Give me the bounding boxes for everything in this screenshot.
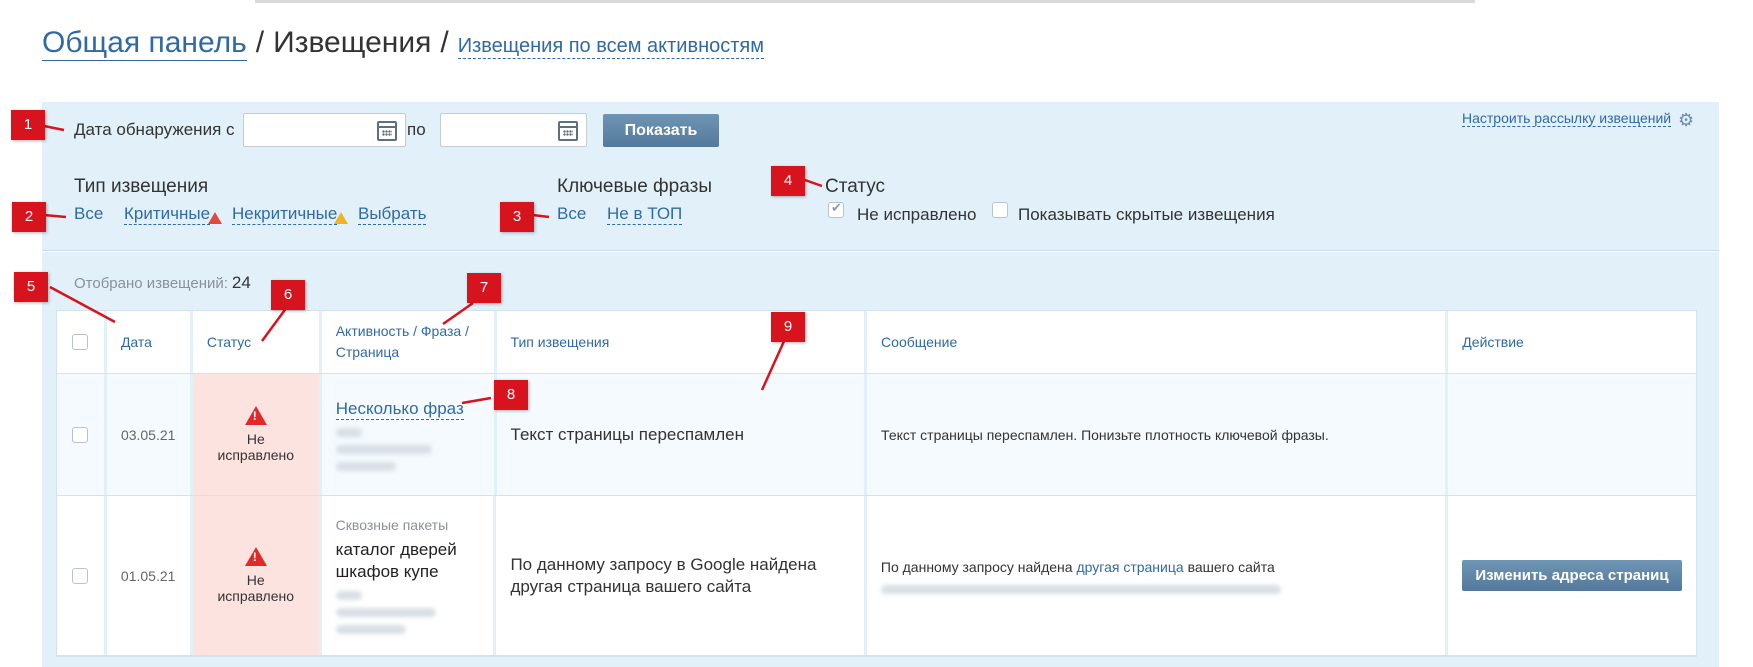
notice-type-critical-link[interactable]: Критичные — [124, 204, 211, 225]
header-type[interactable]: Тип извещения — [497, 311, 868, 373]
annotation-marker: 6 — [271, 280, 305, 310]
keyphrases-not-top-link[interactable]: Не в ТОП — [607, 204, 683, 225]
annotation-marker: 4 — [771, 166, 805, 196]
not-fixed-label: Не исправлено — [857, 205, 977, 224]
action-cell: Изменить адреса страниц — [1448, 496, 1696, 655]
blurred-text — [335, 608, 436, 617]
type-cell: По данному запросу в Google найдена друг… — [496, 496, 867, 655]
header-select-cell — [57, 311, 107, 373]
group-name: Сквозные пакеты — [335, 517, 449, 533]
notification-settings-link[interactable]: Настроить рассылку извещений — [1462, 110, 1672, 127]
selected-count: Отобрано извещений: 24 — [74, 273, 251, 293]
header-activity[interactable]: Активность / Фраза / Страница — [322, 311, 497, 373]
keyphrases-all-link[interactable]: Все — [557, 204, 586, 224]
all-activities-notices-link[interactable]: Извещения по всем активностям — [457, 34, 765, 59]
annotation-marker: 7 — [467, 273, 501, 303]
breadcrumb-dashboard-link[interactable]: Общая панель — [42, 26, 247, 61]
blurred-text — [335, 428, 362, 437]
row-message: Текст страницы переспамлен. Понизьте пло… — [881, 426, 1329, 443]
notice-type-noncritical-link[interactable]: Некритичные — [232, 204, 338, 225]
breadcrumb-separator: / — [255, 26, 265, 59]
header-status[interactable]: Статус — [193, 311, 322, 373]
row-select-cell — [57, 496, 107, 655]
show-button[interactable]: Показать — [603, 114, 719, 147]
status-cell: Не исправлено — [192, 374, 322, 495]
blurred-text — [335, 445, 432, 454]
annotation-marker: 9 — [771, 312, 805, 342]
row-type: Текст страницы переспамлен — [510, 424, 744, 444]
header-message[interactable]: Сообщение — [867, 311, 1449, 373]
page-title: Извещения — [273, 26, 432, 59]
notice-type-all-link[interactable]: Все — [74, 204, 103, 224]
selected-count-value: 24 — [231, 273, 251, 292]
breadcrumb-separator: / — [440, 26, 449, 59]
warning-icon — [244, 547, 267, 566]
date-cell: 01.05.21 — [107, 496, 193, 655]
not-fixed-checkbox[interactable] — [828, 200, 844, 218]
date-from-label: Дата обнаружения с — [74, 120, 235, 139]
date-to-field[interactable] — [440, 113, 587, 147]
message-suffix: вашего сайта — [1187, 559, 1275, 575]
table-header-row: Дата Статус Активность / Фраза / Страниц… — [57, 311, 1696, 374]
annotation-marker: 5 — [14, 272, 48, 302]
change-page-addresses-button[interactable]: Изменить адреса страниц — [1462, 560, 1682, 591]
blurred-url — [880, 585, 1281, 594]
date-to-label: по — [407, 120, 426, 139]
blurred-text — [335, 591, 362, 600]
row-type: По данному запросу в Google найдена друг… — [510, 554, 817, 596]
row-checkbox[interactable] — [72, 567, 89, 584]
row-date: 03.05.21 — [120, 426, 176, 443]
message-cell: По данному запросу найдена другая страни… — [867, 496, 1448, 655]
message-cell: Текст страницы переспамлен. Понизьте пло… — [867, 374, 1449, 495]
row-checkbox[interactable] — [72, 426, 89, 443]
select-all-checkbox[interactable] — [72, 334, 89, 350]
activity-cell: Сквозные пакеты каталог дверей шкафов ку… — [322, 496, 497, 655]
calendar-icon[interactable] — [558, 121, 578, 141]
row-status: Не исправлено — [217, 572, 295, 604]
status-title: Статус — [825, 176, 886, 197]
message-prefix: По данному запросу найдена — [880, 559, 1073, 575]
blurred-text — [335, 625, 406, 634]
table-row: 01.05.21 Не исправлено Сквозные пакеты к… — [57, 496, 1696, 656]
gear-icon[interactable]: ⚙ — [1678, 111, 1694, 129]
critical-warning-icon — [208, 212, 222, 224]
notice-type-choose-link[interactable]: Выбрать — [358, 204, 427, 225]
notices-table: Дата Статус Активность / Фраза / Страниц… — [56, 310, 1697, 657]
table-row: 03.05.21 Не исправлено Несколько фраз Те… — [57, 374, 1696, 496]
notice-type-title: Тип извещения — [74, 176, 209, 197]
header-action: Действие — [1462, 333, 1524, 350]
type-cell: Текст страницы переспамлен — [497, 374, 868, 495]
row-status: Не исправлено — [217, 431, 295, 463]
annotation-marker: 2 — [12, 202, 46, 232]
blurred-text — [335, 462, 396, 471]
row-message: По данному запросу найдена другая страни… — [881, 557, 1275, 577]
calendar-icon[interactable] — [377, 121, 397, 141]
selected-count-label: Отобрано извещений: — [74, 275, 228, 292]
show-hidden-label: Показывать скрытые извещения — [1018, 205, 1275, 224]
annotation-marker: 1 — [11, 110, 45, 140]
date-cell: 03.05.21 — [107, 374, 193, 495]
warning-icon — [244, 406, 267, 425]
row-date: 01.05.21 — [120, 567, 176, 584]
noncritical-warning-icon — [334, 212, 348, 224]
header-date[interactable]: Дата — [107, 311, 193, 373]
annotation-marker: 3 — [500, 202, 534, 232]
activity-cell: Несколько фраз — [322, 374, 497, 495]
action-cell — [1448, 374, 1696, 495]
top-divider — [255, 0, 1475, 3]
show-hidden-checkbox[interactable] — [992, 202, 1008, 218]
other-page-link[interactable]: другая страница — [1076, 559, 1183, 575]
status-cell: Не исправлено — [192, 496, 322, 655]
row-select-cell — [57, 374, 107, 495]
date-from-field[interactable] — [243, 113, 406, 147]
breadcrumb: Общая панель / Извещения / Извещения по … — [42, 26, 765, 61]
annotation-marker: 8 — [494, 380, 528, 410]
phrase-link[interactable]: Несколько фраз — [335, 398, 464, 420]
phrase-text: каталог дверей шкафов купе — [335, 540, 457, 581]
keyphrases-title: Ключевые фразы — [557, 176, 712, 197]
